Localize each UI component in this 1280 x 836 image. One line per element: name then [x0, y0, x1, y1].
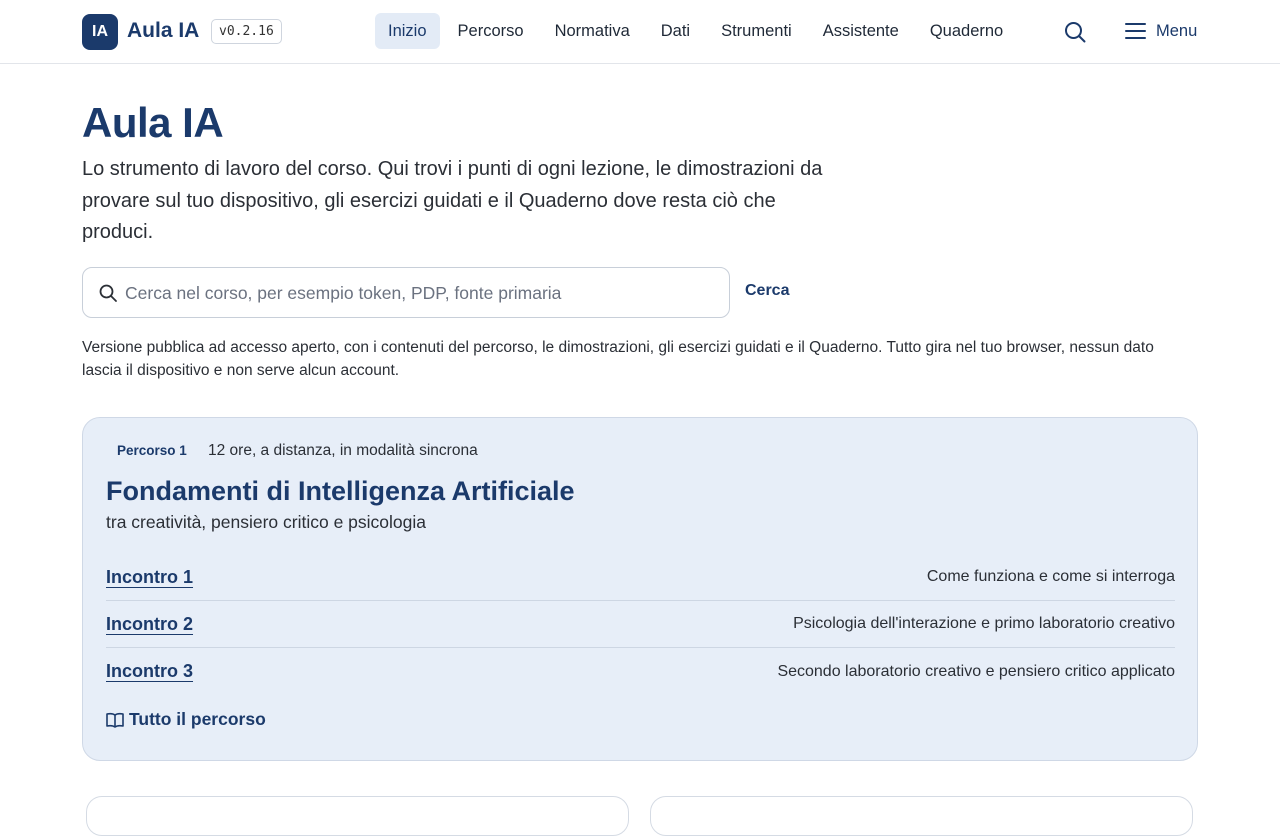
nav-item-normativa[interactable]: Normativa — [542, 13, 643, 49]
meeting-description: Come funziona e come si interroga — [926, 568, 1175, 585]
main-nav: Inizio Percorso Normativa Dati Strumenti… — [375, 13, 1021, 49]
meeting-link-3[interactable]: Incontro 3 — [106, 661, 193, 682]
nav-item-strumenti[interactable]: Strumenti — [708, 13, 805, 49]
intro-text: Lo strumento di lavoro del corso. Qui tr… — [82, 158, 823, 243]
meeting-row: Incontro 1 Come funziona e come si inter… — [106, 554, 1175, 601]
meeting-description: Secondo laboratorio creativo e pensiero … — [777, 662, 1175, 680]
course-card: Percorso 1 12 ore, a distanza, in modali… — [82, 417, 1198, 761]
nav-item-percorso[interactable]: Percorso — [445, 13, 537, 49]
full-path-label: Tutto il percorso — [129, 709, 266, 729]
partial-card-right — [650, 796, 1193, 836]
meeting-list: Incontro 1 Come funziona e come si inter… — [106, 554, 1175, 695]
public-access-notice: Versione pubblica ad accesso aperto, con… — [82, 339, 1154, 379]
nav-item-assistente[interactable]: Assistente — [810, 13, 912, 49]
course-tag: Percorso 1 — [117, 443, 187, 458]
search-icon — [99, 284, 117, 302]
meeting-description: Psicologia dell'interazione e primo labo… — [793, 615, 1175, 632]
nav-item-quaderno[interactable]: Quaderno — [917, 13, 1016, 49]
meeting-link-2[interactable]: Incontro 2 — [106, 614, 193, 635]
search-input[interactable] — [125, 278, 645, 308]
full-path-link[interactable]: Tutto il percorso — [106, 709, 266, 730]
course-search: Cerca — [82, 267, 789, 318]
book-icon — [106, 712, 124, 728]
top-navigation-bar: IA Aula IA v0.2.16 Inizio Percorso Norma… — [0, 0, 1280, 64]
course-title: Fondamenti di Intelligenza Artificiale — [106, 476, 575, 506]
menu-label: Menu — [1156, 21, 1198, 40]
partial-card-left — [86, 796, 629, 836]
header-search-button[interactable] — [1063, 20, 1087, 44]
meeting-row: Incontro 3 Secondo laboratorio creativo … — [106, 648, 1175, 695]
brand-name[interactable]: Aula IA — [127, 17, 199, 45]
search-submit-button[interactable]: Cerca — [745, 282, 789, 300]
nav-item-inizio[interactable]: Inizio — [375, 13, 440, 49]
search-icon — [1065, 22, 1086, 43]
menu-button[interactable]: Menu — [1125, 18, 1197, 44]
nav-item-dati[interactable]: Dati — [648, 13, 703, 49]
meeting-row: Incontro 2 Psicologia dell'interazione e… — [106, 601, 1175, 648]
version-badge: v0.2.16 — [211, 19, 282, 44]
meeting-link-1[interactable]: Incontro 1 — [106, 567, 193, 588]
course-meta: 12 ore, a distanza, in modalità sincrona — [208, 442, 478, 459]
hamburger-icon — [1125, 23, 1146, 39]
course-subtitle: tra creatività, pensiero critico e psico… — [106, 512, 427, 532]
logo-badge[interactable]: IA — [82, 14, 118, 50]
page-title: Aula IA — [82, 99, 224, 146]
